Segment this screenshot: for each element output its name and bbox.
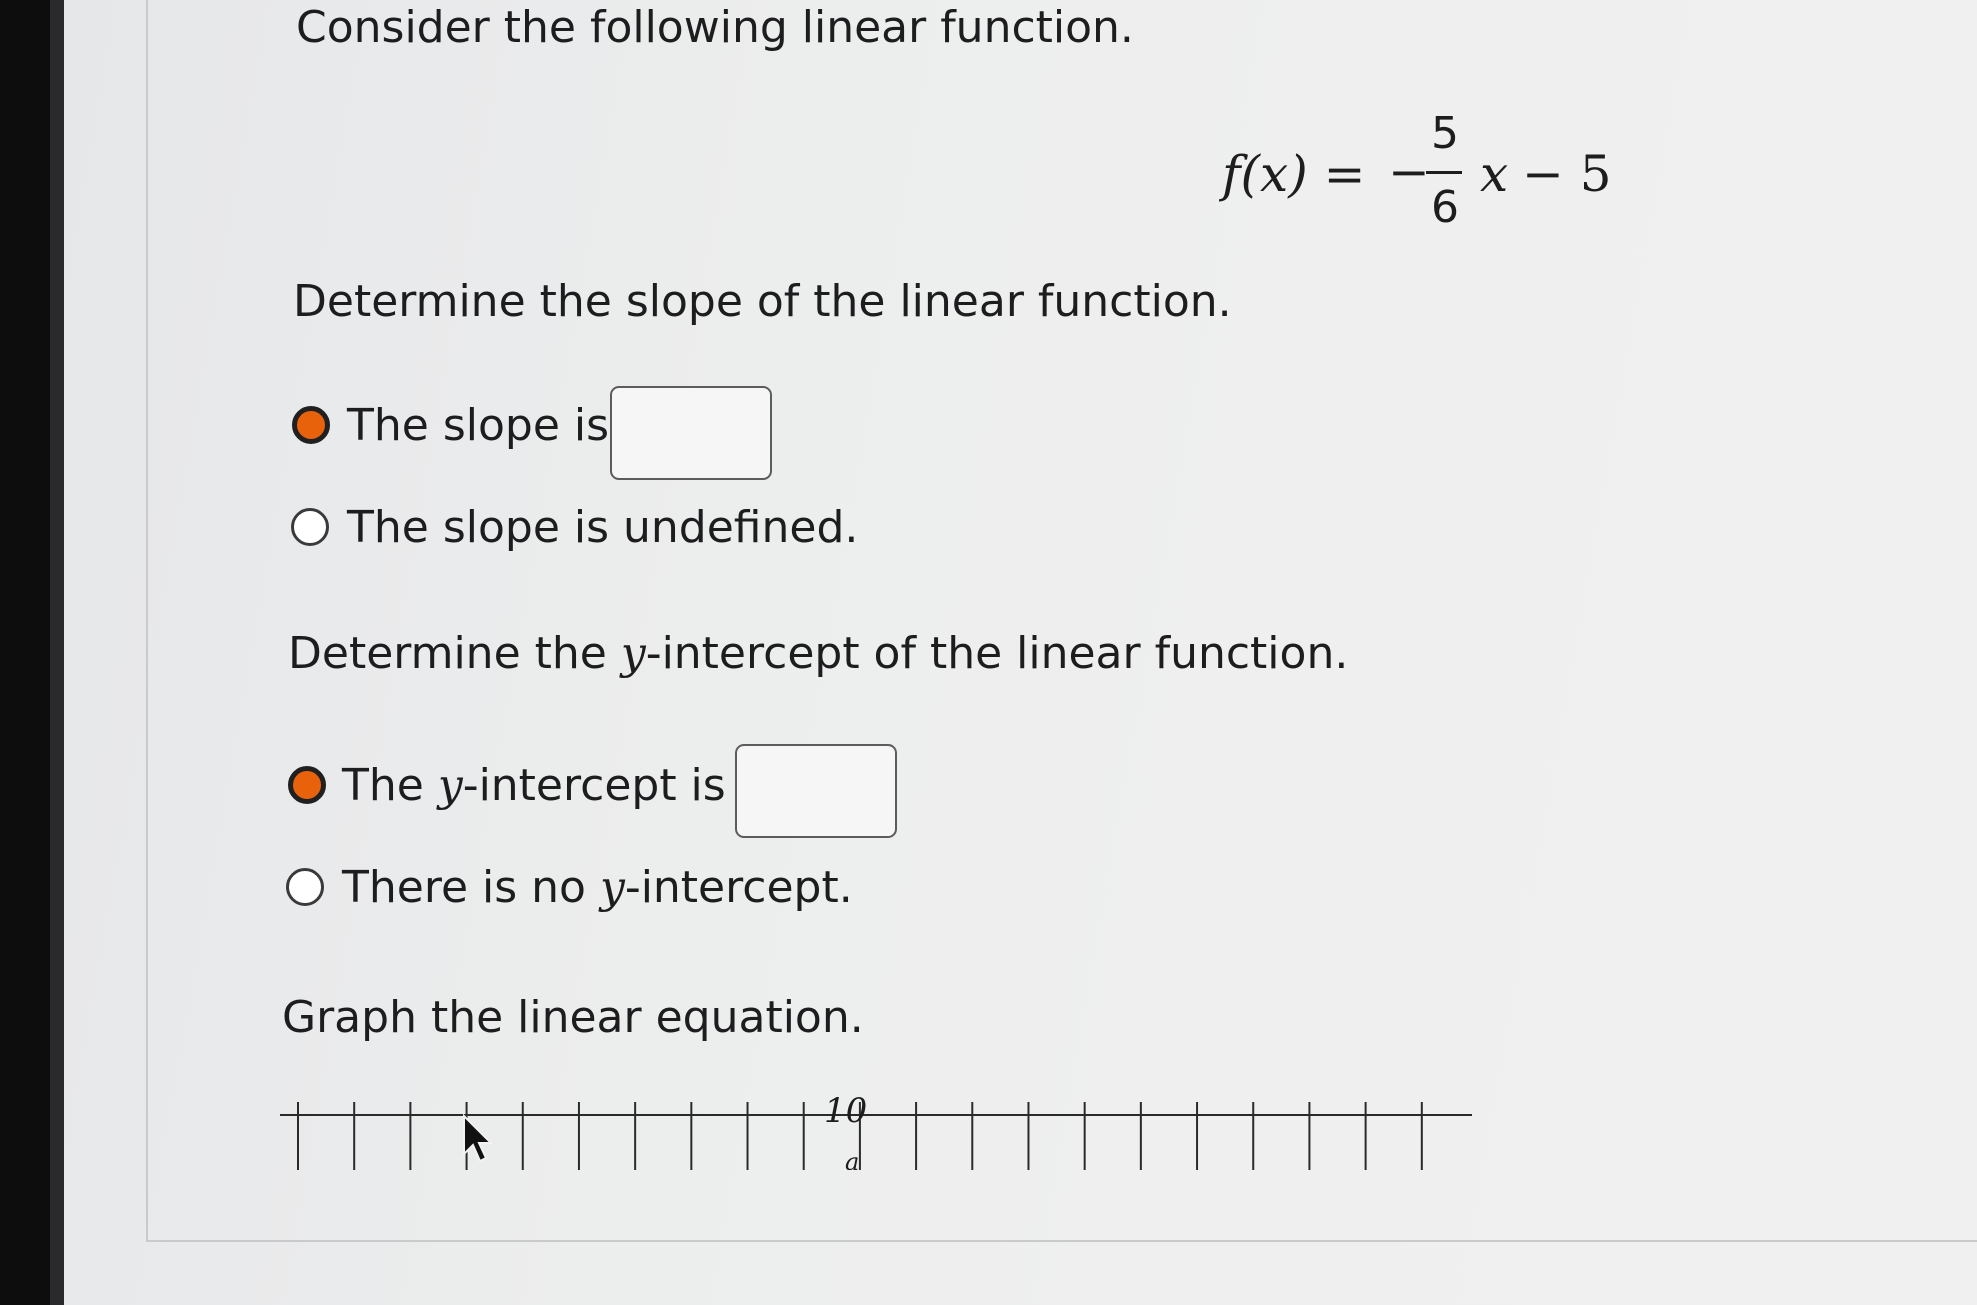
slope-prompt: Determine the slope of the linear functi…: [293, 276, 1232, 327]
formula-variable: x: [1480, 145, 1509, 203]
graph-ticks: [280, 1102, 1472, 1170]
intercept-prompt-post: -intercept of the linear function.: [645, 628, 1349, 679]
intercept-input[interactable]: [735, 744, 897, 838]
formula-tail: − 5: [1522, 145, 1612, 203]
intercept-value-radio[interactable]: [288, 766, 326, 804]
slope-value-radio[interactable]: [292, 406, 330, 444]
slope-undefined-radio[interactable]: [291, 508, 329, 546]
fraction-bar: [1426, 171, 1462, 174]
coordinate-graph[interactable]: 10 a: [280, 1090, 1480, 1176]
intercept-value-var: y: [437, 760, 463, 811]
formula-denominator: 6: [1431, 182, 1459, 233]
no-intercept-var: y: [599, 862, 625, 913]
mouse-pointer-icon: [463, 1114, 494, 1163]
no-intercept-radio[interactable]: [286, 868, 324, 906]
screen-edge: [50, 0, 64, 1305]
slope-undefined-label: The slope is undefined.: [347, 502, 859, 553]
intercept-value-pre: The: [342, 760, 438, 811]
graph-axis-label-partial: a: [845, 1148, 859, 1170]
intercept-value-post: -intercept is: [462, 760, 726, 811]
intercept-value-label: The y-intercept is: [342, 760, 726, 811]
intercept-prompt-var: y: [620, 628, 646, 679]
slope-input[interactable]: [610, 386, 772, 480]
intercept-prompt: Determine the y-intercept of the linear …: [288, 628, 1348, 679]
formula-numerator: 5: [1431, 108, 1459, 159]
formula-lhs: f(x) =: [1222, 145, 1366, 203]
graph-axis-label: 10: [824, 1091, 867, 1131]
question-intro: Consider the following linear function.: [296, 2, 1134, 53]
no-intercept-label: There is no y-intercept.: [342, 862, 853, 913]
graph-axis-svg: 10 a: [280, 1091, 1472, 1176]
formula-sign: −: [1388, 143, 1430, 201]
graph-prompt: Graph the linear equation.: [282, 992, 864, 1043]
question-card: [146, 0, 1977, 1242]
slope-value-label: The slope is: [347, 400, 610, 451]
intercept-prompt-pre: Determine the: [288, 628, 621, 679]
no-intercept-pre: There is no: [342, 862, 600, 913]
no-intercept-post: -intercept.: [624, 862, 853, 913]
screen-bezel: [0, 0, 50, 1305]
